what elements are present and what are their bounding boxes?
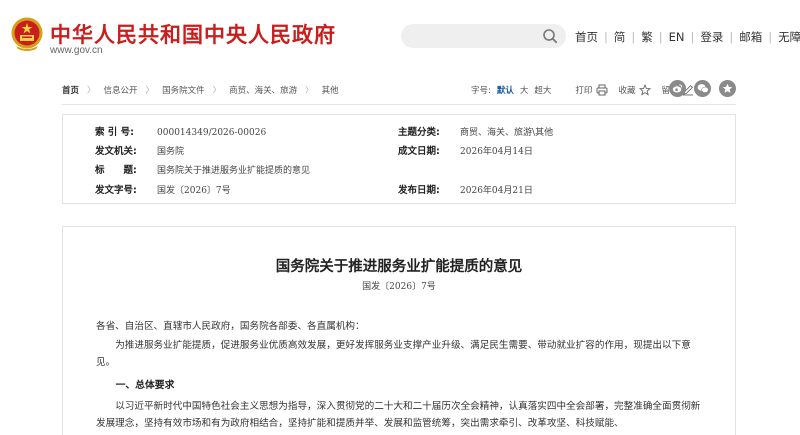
article-doc-number: 国发〔2026〕7号 (362, 282, 436, 292)
site-header: 中华人民共和国中央人民政府 www.gov.cn 首页 | 简 | 繁 | EN… (0, 0, 800, 70)
article-body: 国务院关于推进服务业扩能提质的意见 国发〔2026〕7号 各省、自治区、直辖市人… (62, 226, 736, 435)
national-emblem-icon[interactable] (10, 16, 44, 52)
meta-index-value: 000014349/2026-00026 (157, 128, 267, 138)
meta-issuer-value: 国务院 (157, 147, 185, 157)
meta-published-date: 发布日期: 2026年04月21日 (398, 182, 533, 196)
nav-separator: | (604, 30, 608, 44)
weibo-icon (672, 84, 683, 93)
nav-separator: | (658, 30, 663, 44)
meta-topic-value: 商贸、海关、旅游\其他 (460, 128, 554, 138)
font-size-default[interactable]: 默认 (497, 84, 514, 96)
breadcrumb-other[interactable]: 其他 (322, 84, 339, 96)
article-paragraph: 以习近平新时代中国特色社会主义思想为指导，深入贯彻党的二十大和二十届历次全会精神… (96, 401, 701, 429)
breadcrumb-separator: 〉 (305, 86, 314, 96)
share-buttons (661, 80, 736, 97)
font-size-xlarge[interactable]: 超大 (534, 84, 551, 96)
breadcrumb-trade-customs-tourism[interactable]: 商贸、海关、旅游 (229, 84, 297, 96)
breadcrumb-separator: 〉 (87, 86, 96, 96)
breadcrumb-divider (62, 104, 736, 105)
weibo-share-button[interactable] (669, 80, 686, 97)
meta-issuer: 发文机关: 国务院 (95, 143, 184, 157)
breadcrumb: 首页 〉 信息公开 〉 国务院文件 〉 商贸、海关、旅游 〉 其他 (62, 84, 339, 96)
meta-title: 标 题: 国务院关于推进服务业扩能提质的意见 (95, 162, 310, 176)
meta-docno-value: 国发〔2026〕7号 (157, 186, 231, 196)
breadcrumb-separator: 〉 (145, 86, 155, 96)
meta-title-value: 国务院关于推进服务业扩能提质的意见 (157, 166, 311, 176)
printer-icon[interactable] (596, 84, 608, 96)
wechat-icon (697, 84, 709, 93)
nav-traditional[interactable]: 繁 (641, 29, 653, 45)
nav-english[interactable]: EN (669, 30, 685, 44)
nav-accessibility[interactable]: 无障碍 (778, 29, 800, 45)
meta-topic-label: 主题分类: (398, 127, 440, 138)
meta-issuer-label: 发文机关: (95, 146, 137, 157)
meta-written-date: 成文日期: 2026年04月14日 (398, 143, 533, 157)
meta-docno-label: 发文字号: (95, 185, 137, 196)
meta-index-label: 索 引 号: (95, 127, 134, 138)
breadcrumb-home[interactable]: 首页 (62, 84, 79, 96)
search-input[interactable] (401, 24, 566, 48)
site-url: www.gov.cn (50, 45, 103, 56)
print-button[interactable]: 打印 (575, 84, 592, 96)
article-paragraph: 为推进服务业扩能提质，促进服务业优质高效发展，更好发挥服务业支撑产业升级、满足民… (96, 340, 691, 368)
font-size-large[interactable]: 大 (520, 84, 529, 96)
breadcrumb-info-public[interactable]: 信息公开 (104, 84, 138, 96)
search-icon[interactable] (542, 28, 558, 44)
breadcrumb-state-council-docs[interactable]: 国务院文件 (162, 84, 205, 96)
breadcrumb-bar: 首页 〉 信息公开 〉 国务院文件 〉 商贸、海关、旅游 〉 其他 字号: 默认… (62, 80, 736, 100)
article-salutation: 各省、自治区、直辖市人民政府，国务院各部委、各直属机构： (96, 321, 365, 332)
breadcrumb-separator: 〉 (212, 86, 222, 96)
meta-published-label: 发布日期: (398, 185, 440, 196)
document-metadata: 索 引 号: 000014349/2026-00026 主题分类: 商贸、海关、… (62, 114, 736, 204)
nav-separator: | (631, 30, 636, 44)
wechat-share-button[interactable] (694, 80, 711, 97)
nav-mailbox[interactable]: 邮箱 (739, 29, 762, 45)
font-size-label: 字号: (471, 86, 491, 96)
meta-index: 索 引 号: 000014349/2026-00026 (95, 124, 266, 138)
nav-separator: | (729, 30, 734, 44)
star-icon[interactable] (639, 84, 652, 96)
favorite-button[interactable]: 收藏 (618, 84, 635, 96)
meta-published-value: 2026年04月21日 (460, 186, 533, 196)
article-title: 国务院关于推进服务业扩能提质的意见 (275, 258, 523, 275)
meta-docno: 发文字号: 国发〔2026〕7号 (95, 182, 231, 196)
nav-simplified[interactable]: 简 (614, 29, 626, 45)
nav-separator: | (690, 30, 695, 44)
qzone-star-icon (722, 83, 733, 93)
meta-topic: 主题分类: 商贸、海关、旅游\其他 (398, 124, 553, 138)
nav-separator: | (768, 30, 773, 44)
top-nav: 首页 | 简 | 繁 | EN | 登录 | 邮箱 | 无障碍 (575, 29, 800, 45)
article-section-heading: 一、总体要求 (115, 380, 175, 391)
qzone-share-button[interactable] (719, 80, 736, 97)
nav-login[interactable]: 登录 (700, 29, 723, 45)
meta-written-value: 2026年04月14日 (460, 147, 533, 157)
nav-home[interactable]: 首页 (575, 29, 598, 45)
meta-title-label: 标 题: (95, 165, 137, 176)
meta-written-label: 成文日期: (398, 146, 440, 157)
